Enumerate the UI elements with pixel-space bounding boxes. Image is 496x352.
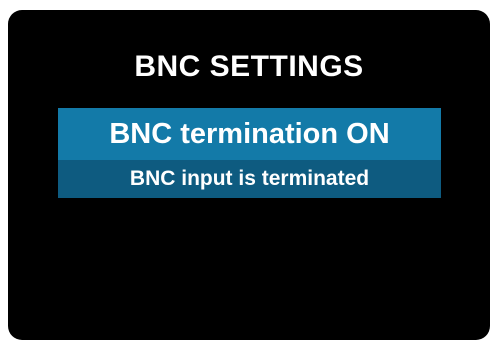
option-label: BNC termination ON (58, 108, 441, 160)
bnc-termination-option[interactable]: BNC termination ON BNC input is terminat… (58, 108, 441, 198)
screen-title: BNC SETTINGS (134, 50, 364, 83)
option-description: BNC input is terminated (58, 160, 441, 198)
device-screen: BNC SETTINGS BNC termination ON BNC inpu… (8, 10, 490, 340)
